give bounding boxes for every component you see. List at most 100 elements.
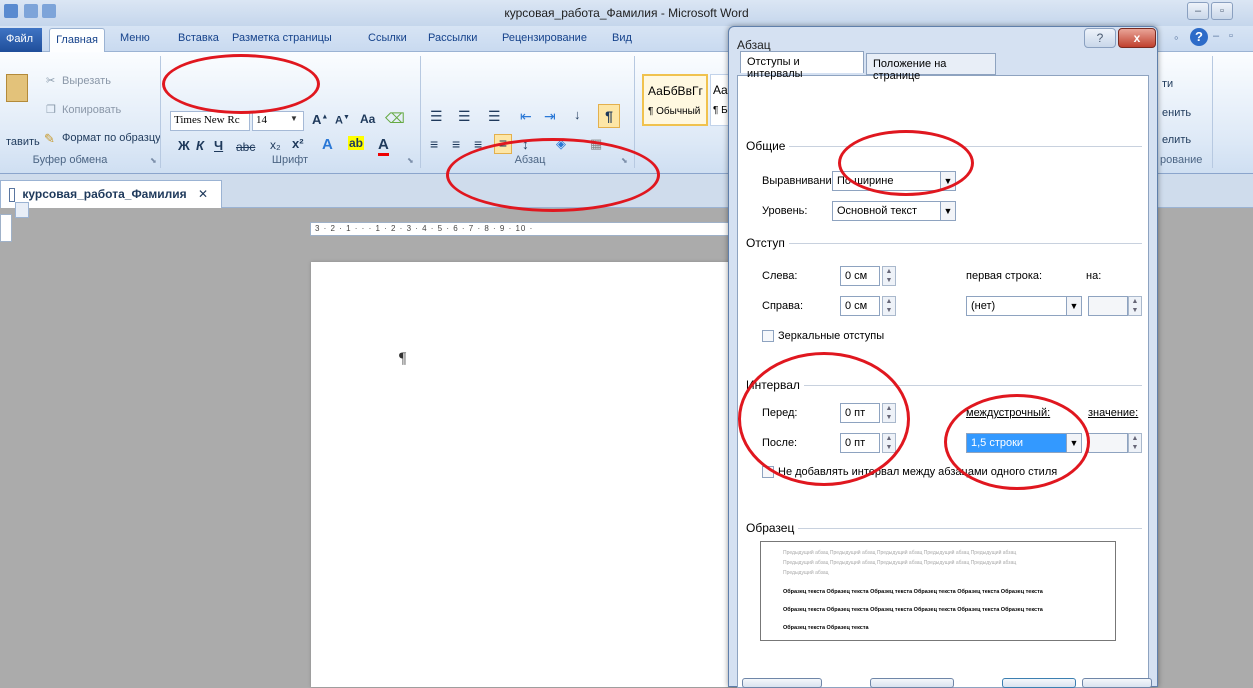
clear-format-icon[interactable]: ⌫ [385,110,405,127]
line-spacing-value-label: значение: [1088,407,1139,419]
replace-button[interactable]: енить [1162,107,1191,119]
sort-icon[interactable]: ↓ [574,107,581,122]
paste-icon[interactable] [6,74,28,102]
tab-layout[interactable]: Разметка страницы [232,32,332,44]
cut-button[interactable]: Вырезать [62,75,111,87]
line-spacing-value-input[interactable] [1088,433,1128,453]
indent-right-input[interactable]: 0 см [840,296,880,316]
minimize-icon[interactable]: – [1187,2,1209,20]
font-name-combo[interactable]: Times New Rc [170,111,250,131]
tab-file[interactable]: Файл [0,28,42,52]
highlight-icon[interactable]: ab [348,136,365,150]
align-center-icon[interactable]: ≡ [452,136,460,152]
restore-icon[interactable]: ▫ [1229,30,1233,42]
new-tab-icon[interactable] [15,201,29,218]
mirror-indents-checkbox[interactable] [762,330,774,342]
strikethrough-icon[interactable]: abc [236,140,255,154]
title-bar: курсовая_работа_Фамилия - Microsoft Word… [0,0,1253,26]
chevron-down-icon[interactable]: ▼ [940,201,956,221]
select-button[interactable]: елить [1162,134,1191,146]
font-dialog-launcher-icon[interactable]: ⬊ [407,156,414,165]
indent-left-label: Слева: [762,270,798,282]
spinner-icon[interactable]: ▲ ▼ [882,296,896,316]
tab-line-page-breaks[interactable]: Положение на странице [866,53,996,82]
spinner-icon[interactable]: ▲ ▼ [1128,296,1142,316]
alignment-label: Выравнивание: [762,175,841,187]
copy-button[interactable]: Копировать [62,104,121,116]
preview-previous-line: Предыдущий абзац Предыдущий абзац Предыд… [783,550,1017,556]
dialog-close-button[interactable]: x [1118,28,1156,48]
annotation-circle-line-spacing [944,394,1090,490]
paragraph-mark: ¶ [399,350,407,367]
style-normal[interactable]: АаБбВвГг ¶ Обычный [642,74,708,126]
tab-view[interactable]: Вид [612,32,632,44]
help-icon[interactable]: ? [1190,28,1208,46]
grow-font-icon[interactable]: A▲ [312,112,328,127]
indent-by-label: на: [1086,270,1102,282]
minimize-ribbon-icon[interactable]: – [1213,30,1219,42]
document-icon [9,187,15,202]
annotation-circle-font [162,54,320,114]
tab-menu[interactable]: Меню [120,32,150,44]
indent-left-input[interactable]: 0 см [840,266,880,286]
annotation-circle-alignment [838,130,974,196]
style-normal-label: ¶ Обычный [648,106,701,117]
show-marks-button[interactable]: ¶ [598,104,620,128]
chevron-down-icon[interactable]: ▼ [290,114,298,123]
level-label: Уровень: [762,205,808,217]
indent-right-label: Справа: [762,300,804,312]
format-painter-button[interactable]: Формат по образцу [62,132,161,144]
clipboard-group-label: Буфер обмена [32,154,108,166]
tab-indents-spacing[interactable]: Отступы и интервалы [740,51,864,80]
align-left-icon[interactable]: ≡ [430,136,438,152]
spinner-icon[interactable]: ▲ ▼ [882,266,896,286]
first-line-select[interactable]: (нет) [966,296,1082,316]
tab-insert[interactable]: Вставка [178,32,219,44]
dialog-help-button[interactable]: ? [1084,28,1116,48]
bold-button[interactable]: Ж [178,138,190,153]
dialog-launcher-icon[interactable]: ⬊ [150,156,157,165]
decrease-indent-icon[interactable]: ⇤ [520,108,532,125]
multilevel-list-icon[interactable]: ☰ [488,108,501,125]
preview-previous-line: Предыдущий абзац Предыдущий абзац Предыд… [783,560,1017,566]
tab-mailings[interactable]: Рассылки [428,32,477,44]
level-select[interactable]: Основной текст [832,201,956,221]
document-page[interactable] [311,262,741,687]
tab-references[interactable]: Ссылки [368,32,407,44]
close-tab-icon[interactable]: ✕ [198,187,208,201]
paste-button[interactable]: тавить [6,136,40,148]
cut-icon[interactable]: ✂ [46,74,55,87]
subscript-icon[interactable]: x₂ [270,138,281,152]
increase-indent-icon[interactable]: ⇥ [544,108,556,125]
window-title: курсовая_работа_Фамилия - Microsoft Word [504,6,749,20]
horizontal-ruler[interactable]: 3 · 2 · 1 · · · 1 · 2 · 3 · 4 · 5 · 6 · … [310,222,730,236]
tab-review[interactable]: Рецензирование [502,32,587,44]
shrink-font-icon[interactable]: A▼ [335,114,350,127]
change-case-button[interactable]: Aa [360,112,375,126]
text-effects-icon[interactable]: A [322,136,333,153]
maximize-icon[interactable]: ▫ [1211,2,1233,20]
tab-home[interactable]: Главная [49,28,105,53]
indent-by-input[interactable] [1088,296,1128,316]
mirror-indents-label: Зеркальные отступы [778,330,885,342]
copy-icon[interactable]: ❐ [46,103,56,116]
ribbon-collapse-icon[interactable]: ◦ [1174,30,1179,45]
section-preview: Образец [746,521,799,535]
format-painter-icon[interactable]: ✎ [44,131,55,147]
chevron-down-icon[interactable]: ▼ [1066,296,1082,316]
bullets-icon[interactable]: ☰ [430,108,443,125]
numbering-icon[interactable]: ☰ [458,108,471,125]
italic-button[interactable]: К [196,138,204,153]
preview-sample-line: Образец текста Образец текста Образец те… [783,607,1043,613]
style-normal-preview: АаБбВвГг [648,84,703,98]
section-general: Общие [746,139,790,153]
annotation-circle-spacing [738,352,910,486]
preview-previous-line: Предыдущий абзац [783,570,829,576]
underline-button[interactable]: Ч [214,138,223,153]
superscript-icon[interactable]: x² [292,136,304,151]
vertical-ruler [0,214,12,242]
font-color-icon[interactable]: A [378,136,389,156]
spinner-icon[interactable]: ▲ ▼ [1128,433,1142,453]
find-button[interactable]: ти [1162,78,1173,90]
document-tab[interactable]: курсовая_работа_Фамилия ✕ [0,180,222,218]
